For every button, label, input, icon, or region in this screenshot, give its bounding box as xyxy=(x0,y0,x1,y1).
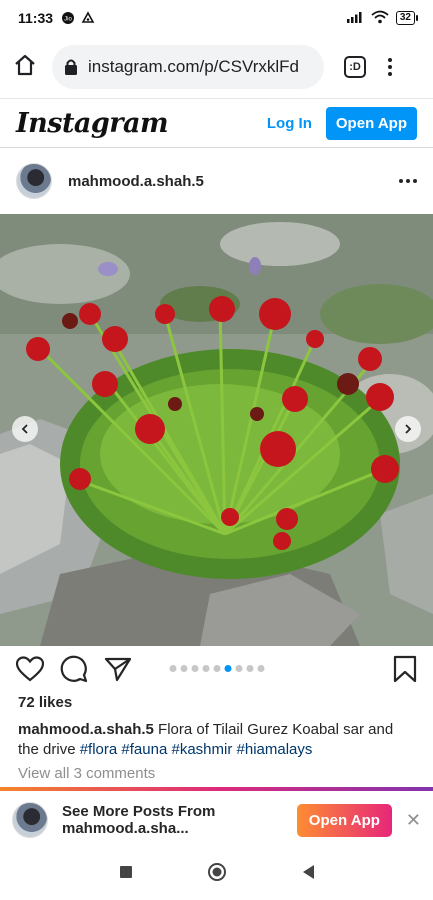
carousel-dot xyxy=(235,665,242,672)
close-icon[interactable]: ✕ xyxy=(406,810,421,831)
notification-icon xyxy=(81,11,95,25)
browser-menu-icon[interactable] xyxy=(388,58,392,76)
like-heart-icon[interactable] xyxy=(16,656,44,682)
comment-icon[interactable] xyxy=(60,655,88,683)
open-app-banner: See More Posts From mahmood.a.sha... Ope… xyxy=(0,787,433,849)
jio-icon: Jio xyxy=(61,11,75,25)
carousel-dot xyxy=(246,665,253,672)
avatar xyxy=(12,802,48,838)
status-bar: 11:33 Jio 32 xyxy=(0,0,433,36)
status-time: 11:33 xyxy=(18,10,54,26)
carousel-dot xyxy=(169,665,176,672)
banner-line-1: See More Posts From xyxy=(62,803,216,820)
view-all-comments-link[interactable]: View all 3 comments xyxy=(18,765,155,782)
carousel-dot xyxy=(224,665,231,672)
carousel-dot xyxy=(180,665,187,672)
instagram-header: Instagram Log In Open App xyxy=(0,98,433,148)
home-circle-icon[interactable] xyxy=(207,862,227,887)
likes-count[interactable]: 72 likes xyxy=(18,694,72,711)
post-header: mahmood.a.shah.5 xyxy=(0,148,433,214)
banner-line-2: mahmood.a.sha... xyxy=(62,820,189,837)
signal-icon xyxy=(346,10,364,26)
banner-open-app-button[interactable]: Open App xyxy=(296,803,392,837)
system-nav-bar xyxy=(0,849,433,900)
carousel-indicator xyxy=(169,665,264,672)
share-icon[interactable] xyxy=(104,656,132,682)
carousel-dot xyxy=(202,665,209,672)
more-options-icon[interactable] xyxy=(399,179,417,183)
browser-toolbar: instagram.com/p/CSVrxklFd :D xyxy=(0,36,433,98)
open-app-button[interactable]: Open App xyxy=(325,106,417,140)
url-text: instagram.com/p/CSVrxklFd xyxy=(88,57,299,76)
chevron-right-icon xyxy=(402,423,414,435)
tab-switcher-button[interactable]: :D xyxy=(344,56,366,78)
hashtag-kashmir[interactable]: #kashmir xyxy=(171,741,232,758)
url-bar[interactable]: instagram.com/p/CSVrxklFd xyxy=(52,45,324,89)
post-caption: mahmood.a.shah.5 Flora of Tilail Gurez K… xyxy=(18,720,418,760)
hashtag-flora[interactable]: #flora xyxy=(80,741,118,758)
bookmark-icon[interactable] xyxy=(393,655,417,683)
caption-username[interactable]: mahmood.a.shah.5 xyxy=(18,721,154,738)
carousel-dot xyxy=(191,665,198,672)
hashtag-hiamalays[interactable]: #hiamalays xyxy=(237,741,313,758)
carousel-dot xyxy=(213,665,220,672)
svg-text:Jio: Jio xyxy=(64,17,72,23)
carousel-dot xyxy=(257,665,264,672)
home-icon[interactable] xyxy=(12,52,38,83)
post-photo[interactable] xyxy=(0,214,433,646)
banner-text: See More Posts From mahmood.a.sha... xyxy=(62,803,215,837)
carousel-next-button[interactable] xyxy=(395,416,421,442)
wifi-icon xyxy=(371,10,389,27)
lock-icon xyxy=(64,58,78,76)
chevron-left-icon xyxy=(19,423,31,435)
post-actions xyxy=(0,646,433,692)
carousel-prev-button[interactable] xyxy=(12,416,38,442)
recents-icon[interactable] xyxy=(119,865,133,884)
back-icon[interactable] xyxy=(301,864,315,885)
hashtag-fauna[interactable]: #fauna xyxy=(121,741,167,758)
log-in-link[interactable]: Log In xyxy=(267,115,312,132)
avatar[interactable] xyxy=(16,163,52,199)
battery-icon: 32 xyxy=(395,11,419,25)
instagram-logo[interactable]: Instagram xyxy=(16,108,169,139)
post-username[interactable]: mahmood.a.shah.5 xyxy=(68,173,204,190)
